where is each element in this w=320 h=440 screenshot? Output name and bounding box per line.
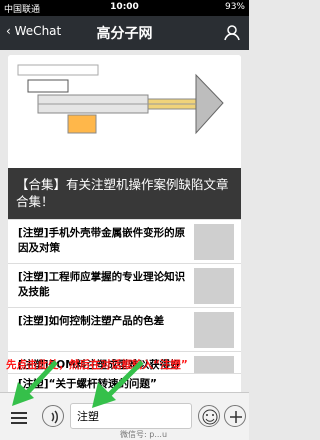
status-bar: 中国联通 10:00 93%	[0, 0, 249, 16]
profile-icon[interactable]	[223, 24, 241, 42]
voice-button[interactable]	[42, 405, 64, 427]
article-title: [注塑]工程师应掌握的专业理论知识及技能	[18, 271, 186, 298]
voice-icon	[51, 410, 58, 424]
menu-icon[interactable]	[8, 407, 30, 429]
watermark: 微信号: p...u	[120, 430, 168, 439]
message-input[interactable]: 注塑	[70, 403, 192, 429]
page-title: 高分子网	[96, 26, 153, 42]
more-button[interactable]	[224, 405, 246, 427]
article-row[interactable]: [注塑]工程师应掌握的专业理论知识及技能	[8, 263, 241, 307]
article-row[interactable]: [注塑]如何控制注塑产品的色差	[8, 307, 241, 351]
battery-level: 93%	[224, 2, 245, 12]
instruction-text: 先点击此处，然后在对话框输入“注塑”	[6, 359, 188, 371]
injection-machine-image	[8, 55, 241, 168]
input-bar: 注塑 微信号: p...u	[0, 392, 249, 440]
feed-card[interactable]: 【合集】有关注塑机操作案例缺陷文章合集！ [注塑]手机外壳带金属嵌件变形的原因及…	[8, 55, 241, 390]
article-thumbnail	[194, 268, 234, 304]
clock: 10:00	[110, 2, 139, 12]
smile-icon	[202, 409, 218, 425]
hero-caption: 【合集】有关注塑机操作案例缺陷文章合集！	[8, 168, 241, 219]
navigation-bar: ‹ WeChat 高分子网	[0, 16, 249, 50]
article-row[interactable]: [注塑]手机外壳带金属嵌件变形的原因及对策	[8, 219, 241, 263]
article-title: [注塑]“关于螺杆转速的问题”	[18, 378, 157, 390]
article-row[interactable]: [注塑]“关于螺杆转速的问题”	[8, 373, 241, 393]
article-title: [注塑]手机外壳带金属嵌件变形的原因及对策	[18, 227, 186, 254]
article-thumbnail	[194, 312, 234, 348]
emoji-button[interactable]	[198, 405, 220, 427]
article-thumbnail	[194, 224, 234, 260]
plus-icon	[230, 411, 242, 423]
article-title: [注塑]如何控制注塑产品的色差	[18, 315, 165, 327]
